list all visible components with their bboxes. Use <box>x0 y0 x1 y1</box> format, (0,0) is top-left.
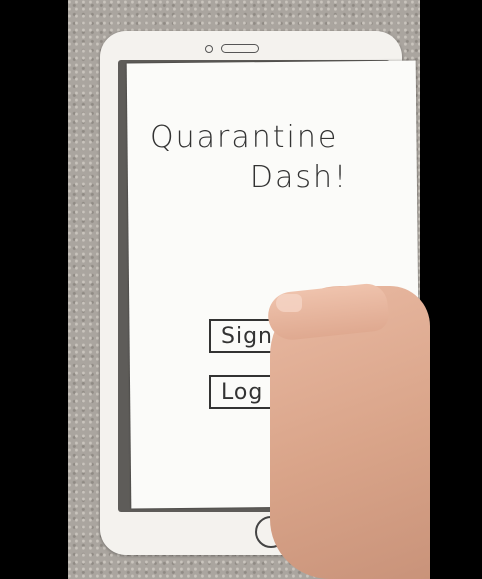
front-camera-icon <box>205 45 213 53</box>
fingernail <box>276 294 302 312</box>
app-title: Quarantine Dash! <box>150 118 350 198</box>
title-line-1: Quarantine <box>150 120 339 155</box>
speaker-icon <box>221 44 259 53</box>
title-line-2: Dash! <box>249 160 348 195</box>
